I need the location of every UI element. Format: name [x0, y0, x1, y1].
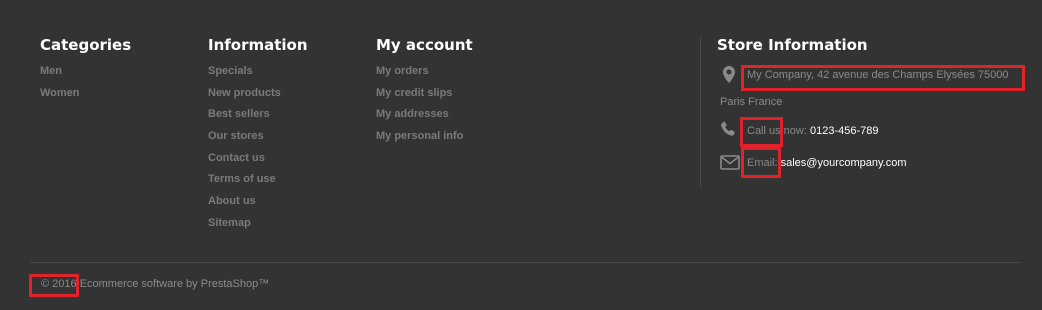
footer-link-new-products[interactable]: New products	[208, 86, 281, 108]
store-information-block: Store Information My Company, 42 avenue …	[717, 35, 1042, 170]
footer-link-women[interactable]: Women	[40, 86, 80, 108]
categories-heading: Categories	[40, 36, 132, 54]
footer-categories-column: Categories Men Women	[40, 35, 132, 99]
footer-link-about-us[interactable]: About us	[208, 194, 281, 216]
footer-link-my-credit-slips[interactable]: My credit slips	[376, 86, 463, 108]
account-heading: My account	[376, 36, 473, 54]
footer-link-sitemap[interactable]: Sitemap	[208, 216, 281, 238]
footer-link-men[interactable]: Men	[40, 64, 80, 86]
highlight-box-address	[741, 65, 1025, 91]
highlight-box-email-label	[741, 147, 781, 178]
site-footer: Categories Men Women Information Special…	[0, 0, 1042, 310]
store-address-line2: Paris France	[720, 96, 783, 108]
information-heading: Information	[208, 36, 308, 54]
footer-link-contact-us[interactable]: Contact us	[208, 151, 281, 173]
footer-link-terms-of-use[interactable]: Terms of use	[208, 172, 281, 194]
map-marker-icon	[723, 66, 735, 86]
column-divider	[700, 36, 701, 188]
account-list: My orders My credit slips My addresses M…	[376, 64, 463, 151]
footer-link-my-orders[interactable]: My orders	[376, 64, 463, 86]
email-address-link[interactable]: sales@yourcompany.com	[781, 157, 907, 169]
highlight-box-phone-label	[740, 117, 783, 147]
phone-number-link[interactable]: 0123-456-789	[810, 125, 879, 137]
envelope-icon	[720, 155, 740, 173]
footer-information-column: Information Specials New products Best s…	[208, 35, 308, 229]
footer-link-my-addresses[interactable]: My addresses	[376, 107, 463, 129]
copyright-text[interactable]: © 2016 Ecommerce software by PrestaShop™	[41, 278, 269, 290]
store-information-heading: Store Information	[717, 36, 868, 54]
footer-link-specials[interactable]: Specials	[208, 64, 281, 86]
footer-bottom-divider	[30, 262, 1021, 263]
categories-list: Men Women	[40, 64, 80, 107]
footer-link-our-stores[interactable]: Our stores	[208, 129, 281, 151]
footer-link-best-sellers[interactable]: Best sellers	[208, 107, 281, 129]
footer-link-my-personal-info[interactable]: My personal info	[376, 129, 463, 151]
phone-icon	[720, 121, 736, 140]
information-list: Specials New products Best sellers Our s…	[208, 64, 281, 238]
footer-account-column: My account My orders My credit slips My …	[376, 35, 473, 142]
